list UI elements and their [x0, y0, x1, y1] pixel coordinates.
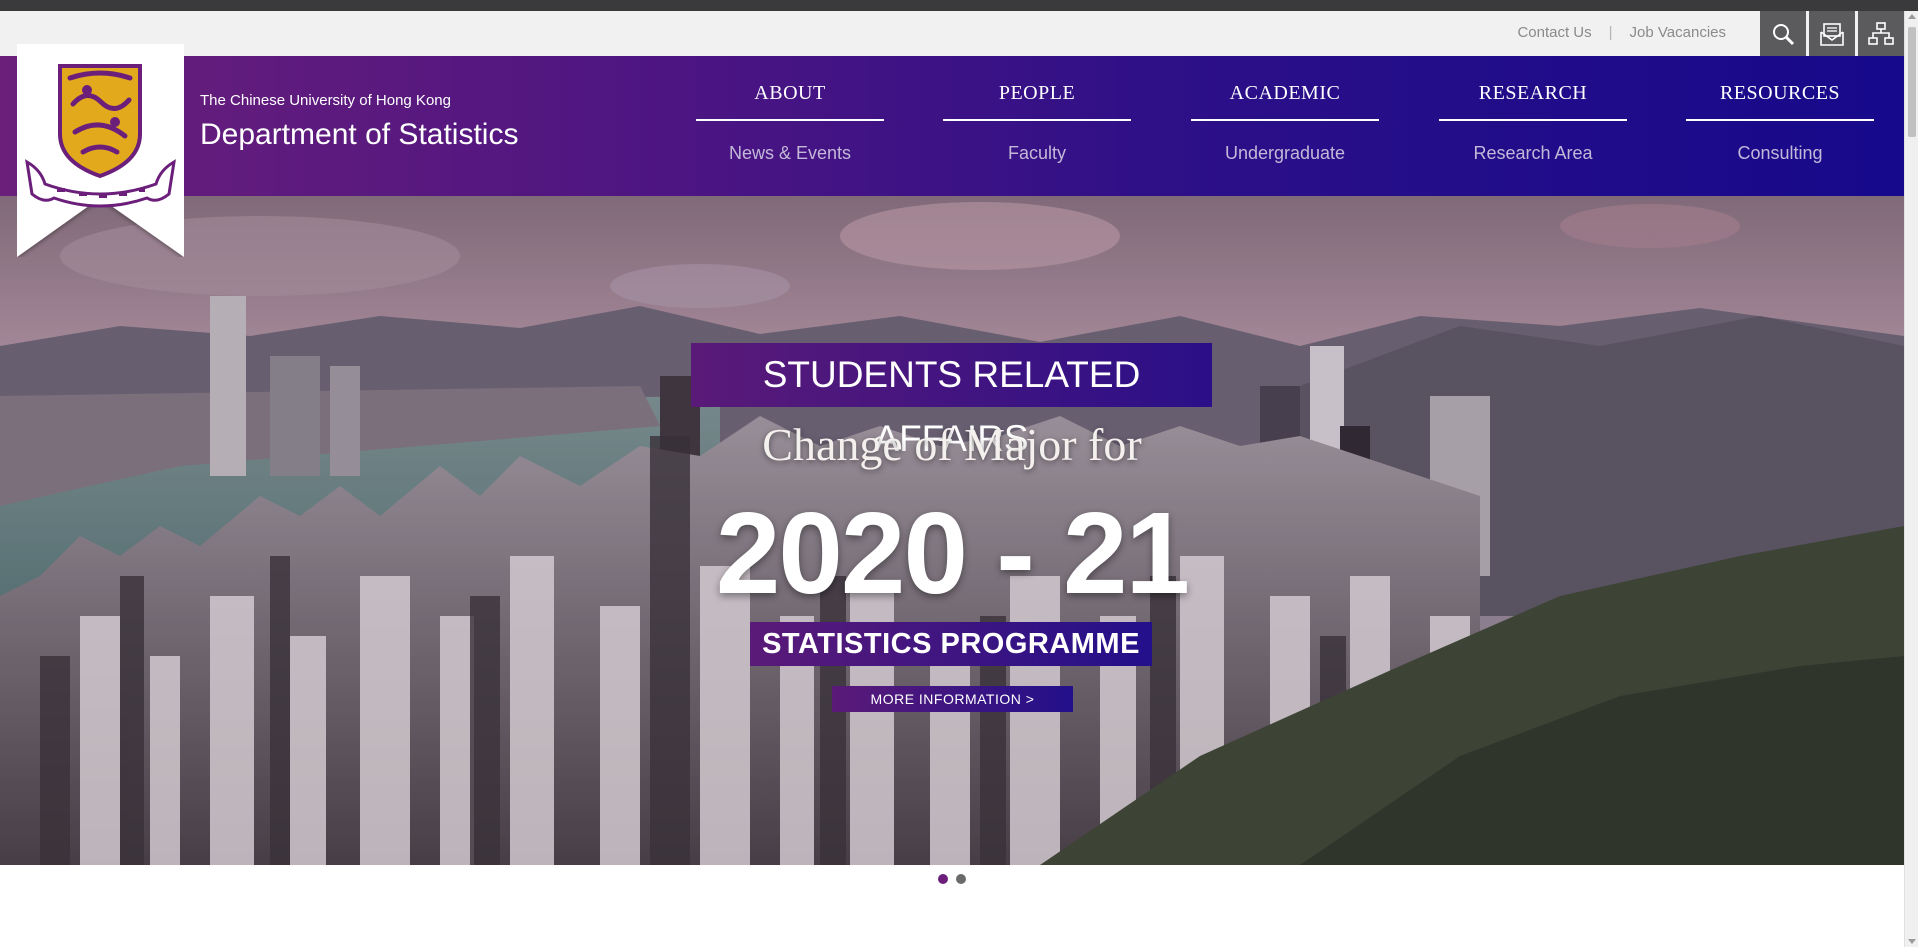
hero-content: STUDENTS RELATED AFFAIRS Change of Major…: [0, 196, 1904, 865]
nav-col-resources: RESOURCES Consulting: [1686, 56, 1874, 164]
job-vacancies-link[interactable]: Job Vacancies: [1630, 24, 1726, 41]
utility-bar: Contact Us | Job Vacancies: [0, 11, 1904, 56]
nav-faculty[interactable]: Faculty: [943, 143, 1131, 164]
nav-about[interactable]: ABOUT: [696, 82, 884, 121]
main-nav: ABOUT News & Events PEOPLE Faculty ACADE…: [696, 56, 1874, 196]
mail-icon[interactable]: [1809, 11, 1855, 56]
nav-news-events[interactable]: News & Events: [696, 143, 884, 164]
nav-research-area[interactable]: Research Area: [1439, 143, 1627, 164]
nav-research[interactable]: RESEARCH: [1439, 82, 1627, 121]
browser-top-strip: [0, 0, 1918, 11]
hero-slider: STUDENTS RELATED AFFAIRS Change of Major…: [0, 196, 1904, 865]
programme-tag: STATISTICS PROGRAMME: [750, 622, 1152, 666]
utility-separator: |: [1608, 24, 1613, 41]
nav-resources[interactable]: RESOURCES: [1686, 82, 1874, 121]
utility-links: Contact Us | Job Vacancies: [1517, 24, 1726, 41]
slider-dot-1[interactable]: [938, 874, 948, 884]
utility-icons: [1757, 11, 1904, 56]
university-logo[interactable]: [17, 44, 184, 257]
nav-col-about: ABOUT News & Events: [696, 56, 884, 164]
slider-dot-2[interactable]: [956, 874, 966, 884]
university-name: The Chinese University of Hong Kong: [200, 92, 451, 109]
scroll-down-icon[interactable]: [1908, 939, 1916, 944]
nav-col-academic: ACADEMIC Undergraduate: [1191, 56, 1379, 164]
search-icon[interactable]: [1760, 11, 1806, 56]
hero-headline: Change of Major for: [762, 419, 1142, 470]
nav-undergraduate[interactable]: Undergraduate: [1191, 143, 1379, 164]
more-information-button[interactable]: MORE INFORMATION >: [832, 686, 1073, 712]
scroll-up-icon[interactable]: [1908, 14, 1916, 19]
page-scrollbar[interactable]: [1904, 11, 1918, 947]
nav-consulting[interactable]: Consulting: [1686, 143, 1874, 164]
department-name[interactable]: Department of Statistics: [200, 118, 518, 152]
nav-col-research: RESEARCH Research Area: [1439, 56, 1627, 164]
sitemap-icon[interactable]: [1858, 11, 1904, 56]
scroll-thumb[interactable]: [1908, 27, 1916, 137]
slider-dots: [938, 874, 974, 884]
site-header: The Chinese University of Hong Kong Depa…: [0, 56, 1904, 196]
nav-academic[interactable]: ACADEMIC: [1191, 82, 1379, 121]
contact-us-link[interactable]: Contact Us: [1517, 24, 1591, 41]
hero-year: 2020 - 21: [715, 488, 1190, 618]
nav-people[interactable]: PEOPLE: [943, 82, 1131, 121]
students-affairs-tag: STUDENTS RELATED AFFAIRS: [691, 343, 1212, 459]
nav-col-people: PEOPLE Faculty: [943, 56, 1131, 164]
